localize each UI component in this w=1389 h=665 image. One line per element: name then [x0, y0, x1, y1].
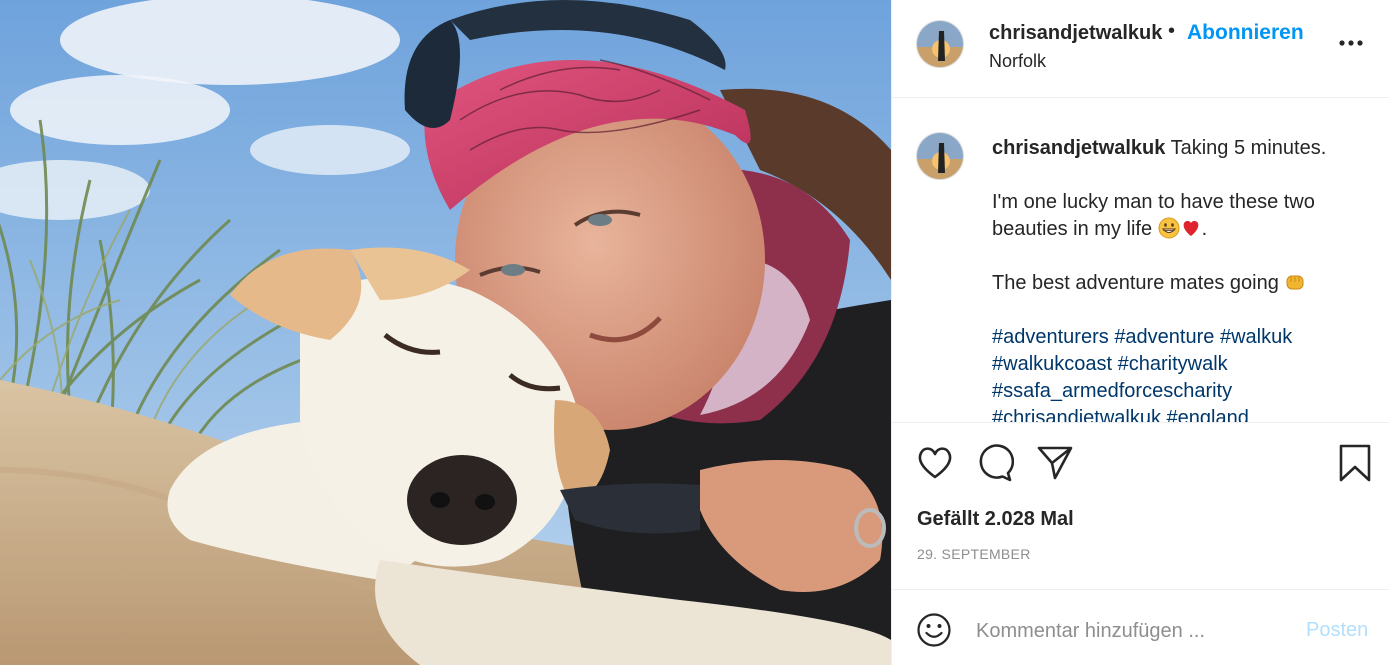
- caption-line-3: The best adventure mates going: [992, 272, 1279, 294]
- caption-avatar[interactable]: [916, 132, 964, 180]
- share-icon[interactable]: [1035, 443, 1075, 483]
- caption-section: chrisandjetwalkuk Taking 5 minutes. I'm …: [892, 98, 1389, 423]
- post-date[interactable]: 29. SEPTEMBER: [917, 546, 1031, 562]
- hashtag-link[interactable]: #adventure: [1114, 326, 1214, 348]
- follow-button[interactable]: Abonnieren: [1187, 21, 1304, 45]
- avatar[interactable]: [916, 20, 964, 68]
- caption-line-2: I'm one lucky man to have these two beau…: [992, 191, 1315, 240]
- hashtag-link[interactable]: #chrisandjetwalkuk: [992, 407, 1161, 422]
- emoji-picker-icon[interactable]: [916, 612, 952, 648]
- comment-input[interactable]: [976, 616, 1266, 646]
- hashtag-link[interactable]: #walkuk: [1220, 326, 1292, 348]
- dog-and-woman-photo: [0, 0, 891, 665]
- heart-icon[interactable]: [915, 443, 955, 483]
- post-comment-button[interactable]: Posten: [1306, 619, 1368, 642]
- caption-text: chrisandjetwalkuk Taking 5 minutes. I'm …: [992, 135, 1362, 422]
- header-username[interactable]: chrisandjetwalkuk: [989, 22, 1162, 45]
- grinning-face-icon: [1158, 217, 1180, 239]
- avatar-image: [917, 21, 963, 67]
- post-side-panel: chrisandjetwalkuk • Abonnieren Norfolk c…: [891, 0, 1389, 665]
- separator-dot: •: [1168, 20, 1176, 42]
- post-photo[interactable]: [0, 0, 891, 665]
- hashtag-list: #adventurers #adventure #walkuk #walkukc…: [992, 324, 1362, 422]
- hashtag-link[interactable]: #walkukcoast: [992, 353, 1112, 375]
- action-bar: [892, 423, 1389, 503]
- comment-bar: Posten: [892, 589, 1389, 665]
- location-link[interactable]: Norfolk: [989, 51, 1046, 72]
- bookmark-icon[interactable]: [1335, 443, 1375, 483]
- red-heart-icon: [1183, 220, 1198, 236]
- hashtag-link[interactable]: #charitywalk: [1118, 353, 1228, 375]
- avatar-image: [917, 133, 963, 179]
- caption-line-1: Taking 5 minutes.: [1170, 137, 1327, 159]
- comment-icon[interactable]: [974, 443, 1014, 483]
- post-header: chrisandjetwalkuk • Abonnieren Norfolk: [892, 0, 1389, 98]
- more-options-icon[interactable]: [1338, 30, 1364, 56]
- caption-line-2-end: .: [1201, 218, 1208, 240]
- caption-username[interactable]: chrisandjetwalkuk: [992, 137, 1165, 159]
- likes-count[interactable]: Gefällt 2.028 Mal: [917, 508, 1074, 531]
- oncoming-fist-icon: [1286, 275, 1304, 290]
- hashtag-link[interactable]: #ssafa_armedforcescharity: [992, 380, 1232, 402]
- hashtag-link[interactable]: #adventurers: [992, 326, 1109, 348]
- hashtag-link[interactable]: #england: [1167, 407, 1249, 422]
